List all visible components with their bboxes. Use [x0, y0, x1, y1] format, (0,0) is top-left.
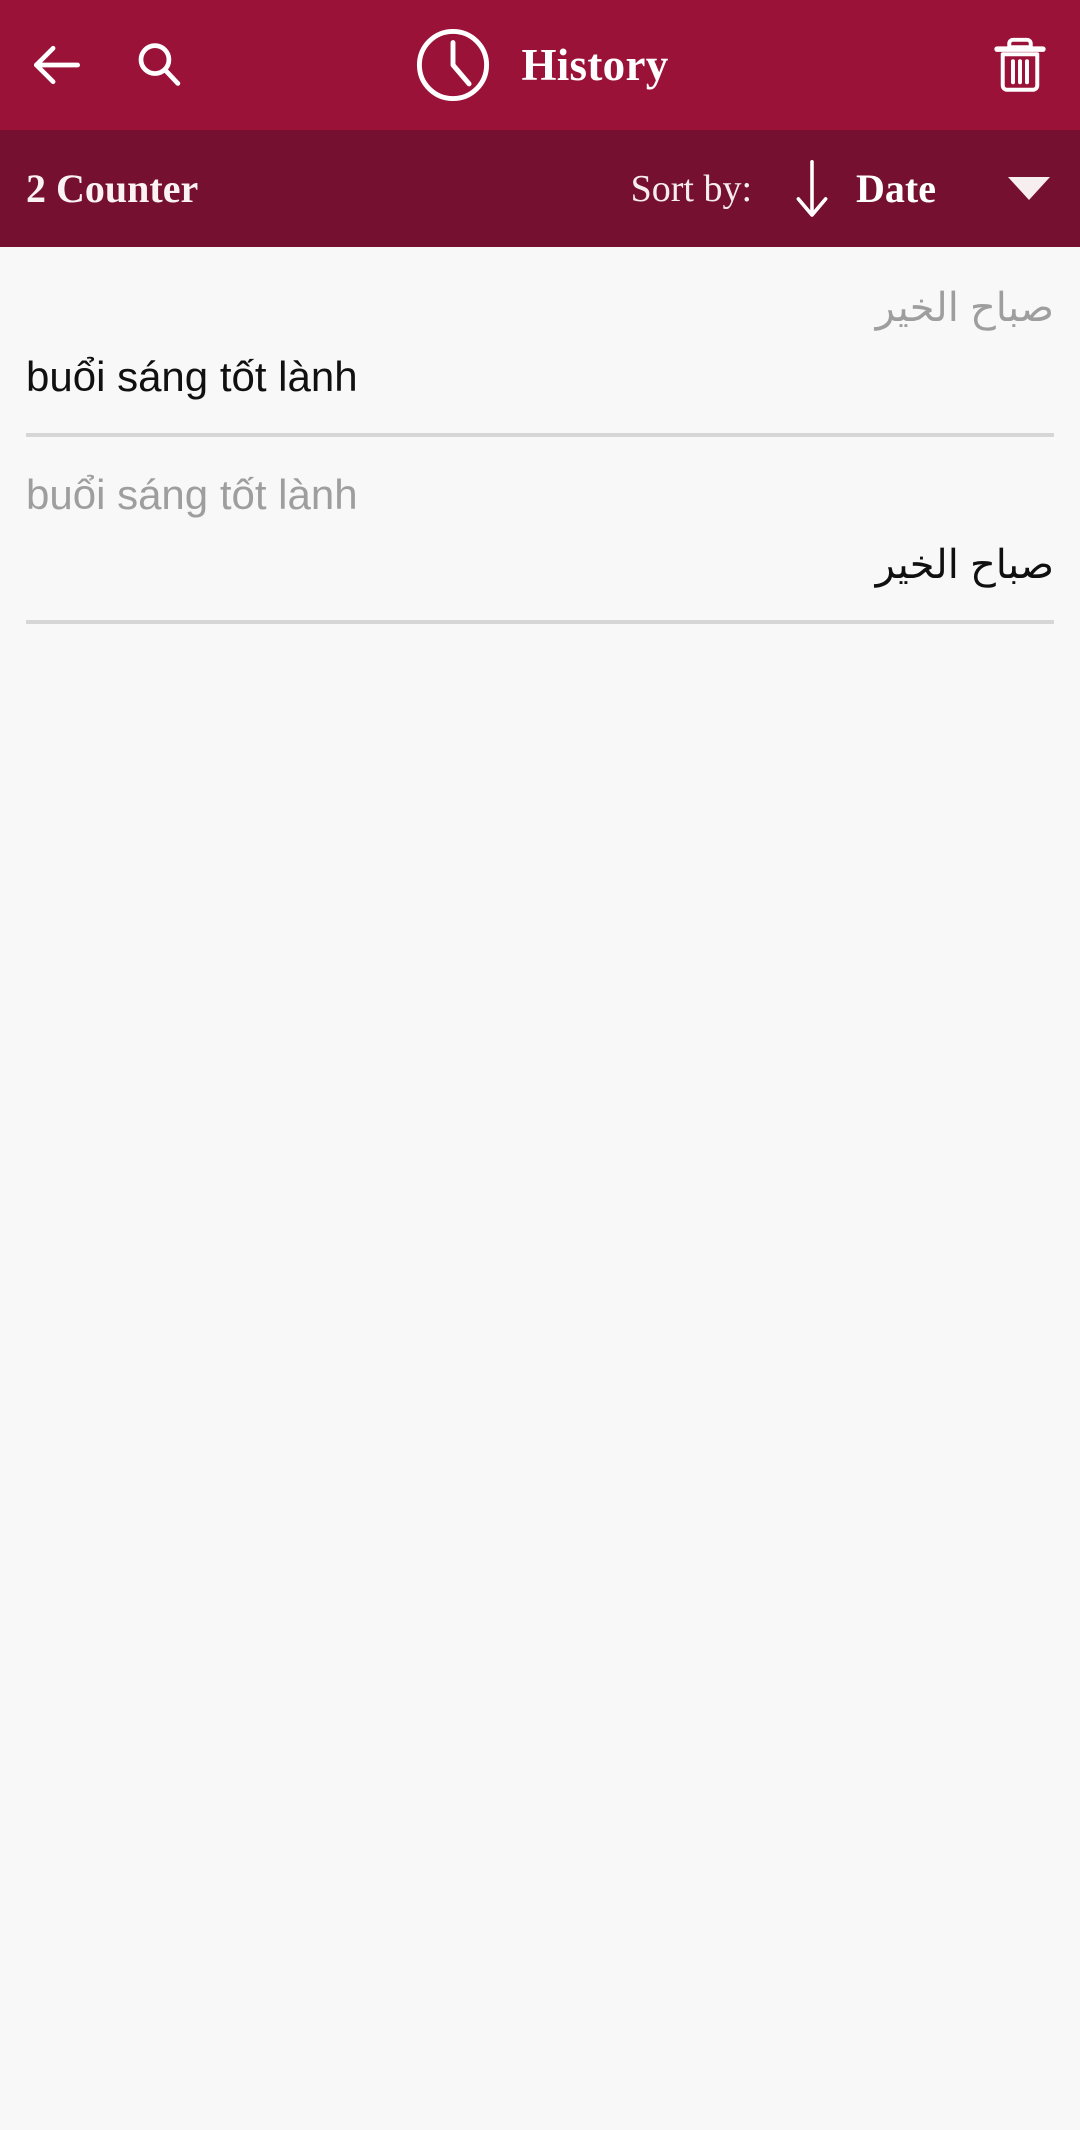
sort-by-label: Sort by: [630, 167, 753, 210]
app-bar: History [0, 0, 1080, 130]
sort-bar: 2 Counter Sort by: Date [0, 130, 1080, 247]
sort-value-label[interactable]: Date [856, 165, 936, 212]
arrow-left-icon [34, 45, 80, 85]
back-button[interactable] [26, 34, 132, 96]
clock-icon [417, 28, 490, 102]
search-icon [138, 43, 181, 86]
caret-down-icon[interactable] [1008, 177, 1050, 200]
list-divider [26, 619, 1054, 624]
history-source-text: buổi sáng tốt lành [26, 471, 358, 519]
history-source-text: صباح الخير [875, 286, 1054, 330]
history-list: صباح الخير buổi sáng tốt lành buổi sáng … [0, 247, 1080, 2130]
list-item[interactable]: صباح الخير buổi sáng tốt lành [0, 251, 1080, 438]
arrow-down-icon[interactable] [790, 158, 834, 220]
counter-label: 2 Counter [26, 166, 199, 211]
delete-all-button[interactable] [992, 32, 1048, 98]
page-title: History [521, 40, 669, 90]
trash-icon [994, 37, 1046, 92]
sort-control[interactable]: Sort by: Date [631, 158, 1050, 220]
history-target-text: صباح الخير [875, 542, 1054, 587]
search-button[interactable] [132, 38, 186, 92]
history-target-text: buổi sáng tốt lành [26, 353, 358, 400]
list-item[interactable]: buổi sáng tốt lành صباح الخير [0, 437, 1080, 624]
history-screen: History 2 Counter Sort by: Date صباح الخ… [0, 0, 1080, 2130]
